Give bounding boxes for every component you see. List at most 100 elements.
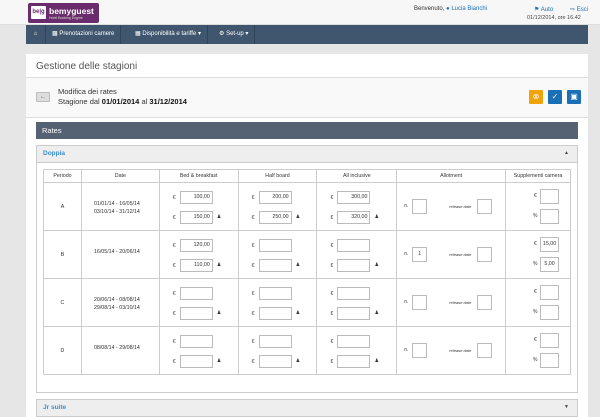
ai-cell: € € ♟ <box>316 326 398 375</box>
hb-cell: € € ♟ <box>237 326 318 375</box>
bb-input-1[interactable]: 120,00 <box>179 239 213 252</box>
allotment-cell: n. release date <box>396 182 507 231</box>
ai-input-2[interactable]: 320,00 <box>337 211 371 224</box>
bb-input-2[interactable]: 150,00 <box>179 211 213 224</box>
euro-label: € <box>251 339 255 345</box>
content-page: Gestione delle stagioni ← Modifica dei r… <box>26 54 588 417</box>
nav-setup[interactable]: ⚙ Set-up ▾ <box>213 25 256 44</box>
supplementi-cell: € 15,00 % 5,00 <box>505 230 571 279</box>
flag-icon: ⚑ <box>534 7 540 13</box>
release-input[interactable] <box>477 247 493 262</box>
hb-input-1[interactable]: 200,00 <box>258 191 292 204</box>
supp-input-1[interactable] <box>540 285 560 300</box>
release-input[interactable] <box>477 295 493 310</box>
hb-input-2[interactable] <box>258 355 292 368</box>
allotment-input[interactable] <box>412 295 428 310</box>
supp-input-1[interactable] <box>540 333 560 348</box>
euro-label: € <box>172 339 176 345</box>
col-hb: Half board <box>237 169 318 183</box>
col-periodo: Periodo <box>43 169 82 183</box>
release-label: release date <box>449 204 472 209</box>
allotment-input[interactable]: 1 <box>412 247 428 262</box>
supp-input-2[interactable] <box>540 353 560 368</box>
nav-disponibilita[interactable]: ▦ Disponibilità e tariffe ▾ <box>129 25 208 44</box>
supp-input-1[interactable]: 15,00 <box>540 237 560 252</box>
allotment-cell: n. 1 release date <box>396 230 507 279</box>
cancel-button[interactable]: ⊗ <box>529 90 543 104</box>
user-icon: ● <box>446 6 450 12</box>
allotment-input[interactable] <box>412 199 428 214</box>
euro-label: € <box>534 337 537 343</box>
hb-cell: € € ♟ <box>237 230 318 279</box>
bb-cell: € 100,00 € 150,00 ♟ <box>158 182 239 231</box>
bb-input-1[interactable]: 100,00 <box>179 191 213 204</box>
bb-input-2[interactable] <box>179 307 213 320</box>
euro-label: € <box>330 195 334 201</box>
edit-title: Modifica dei rates <box>58 87 117 96</box>
floppy-icon: ▣ <box>570 92 578 101</box>
euro-label: € <box>330 215 334 221</box>
hb-cell: € 200,00 € 250,00 ♟ <box>237 182 318 231</box>
nav-home[interactable]: ⌂ <box>26 25 46 44</box>
euro-label: € <box>330 263 334 269</box>
supplementi-cell: € % <box>505 182 571 231</box>
back-button[interactable]: ← <box>36 92 50 102</box>
release-label: release date <box>449 348 472 353</box>
bb-input-2[interactable]: 110,00 <box>179 259 213 272</box>
allotment-input[interactable] <box>412 343 428 358</box>
welcome-text: Benvenuto, ● Lucia Bianchi <box>414 6 488 12</box>
bb-input-2[interactable] <box>179 355 213 368</box>
release-input[interactable] <box>477 199 493 214</box>
room-jrsuite-header[interactable]: Jr suite ▼ <box>37 400 577 417</box>
logo-badge: be|g <box>31 6 46 19</box>
language-selector[interactable]: ⚑ Auto <box>534 6 553 13</box>
room-doppia-header[interactable]: Doppia ▲ <box>37 146 577 163</box>
room-jrsuite-panel: Jr suite ▼ <box>36 399 578 417</box>
logout-link[interactable]: ⇨ Esci <box>570 6 588 13</box>
euro-label: € <box>172 291 176 297</box>
ai-cell: € € ♟ <box>316 278 398 327</box>
hb-input-2[interactable] <box>258 259 292 272</box>
season-range: Stagione dal 01/01/2014 al 31/12/2014 <box>58 97 187 106</box>
euro-label: € <box>172 215 176 221</box>
supp-input-2[interactable] <box>540 209 560 224</box>
bb-input-1[interactable] <box>179 335 213 348</box>
period-cell: D <box>43 326 82 375</box>
period-cell: A <box>43 182 82 231</box>
bemyguest-logo[interactable]: be|g bemyguest Hotel Booking Engine <box>28 3 99 23</box>
date-cell: 08/08/14 - 29/08/14 <box>80 326 160 375</box>
hb-input-1[interactable] <box>258 239 292 252</box>
date-cell: 01/01/14 - 16/05/14 03/10/14 - 31/12/14 <box>80 182 160 231</box>
ai-input-2[interactable] <box>337 355 371 368</box>
home-icon: ⌂ <box>33 31 38 37</box>
hb-cell: € € ♟ <box>237 278 318 327</box>
hb-input-1[interactable] <box>258 335 292 348</box>
date-range: 01/01/14 - 16/05/14 03/10/14 - 31/12/14 <box>93 201 140 215</box>
save-button[interactable]: ▣ <box>567 90 581 104</box>
ai-input-2[interactable] <box>337 259 371 272</box>
release-label: release date <box>449 252 472 257</box>
percent-label: % <box>533 309 538 315</box>
user-link[interactable]: Lucia Bianchi <box>451 6 487 12</box>
hb-input-1[interactable] <box>258 287 292 300</box>
euro-label: € <box>172 195 176 201</box>
supp-input-2[interactable]: 5,00 <box>540 257 560 272</box>
date-cell: 16/05/14 - 20/06/14 <box>80 230 160 279</box>
bb-input-1[interactable] <box>179 287 213 300</box>
hb-input-2[interactable] <box>258 307 292 320</box>
ai-input-1[interactable]: 300,00 <box>337 191 371 204</box>
supp-input-1[interactable] <box>540 189 560 204</box>
hb-input-2[interactable]: 250,00 <box>258 211 292 224</box>
ai-input-1[interactable] <box>337 239 371 252</box>
release-input[interactable] <box>477 343 493 358</box>
euro-label: € <box>172 359 176 365</box>
ai-input-2[interactable] <box>337 307 371 320</box>
ai-input-1[interactable] <box>337 287 371 300</box>
supp-input-2[interactable] <box>540 305 560 320</box>
euro-label: € <box>251 195 255 201</box>
nav-prenotazioni[interactable]: ▩ Prenotazioni camere <box>46 25 122 44</box>
confirm-button[interactable]: ✓ <box>548 90 562 104</box>
euro-label: € <box>251 291 255 297</box>
euro-label: € <box>172 243 176 249</box>
ai-input-1[interactable] <box>337 335 371 348</box>
